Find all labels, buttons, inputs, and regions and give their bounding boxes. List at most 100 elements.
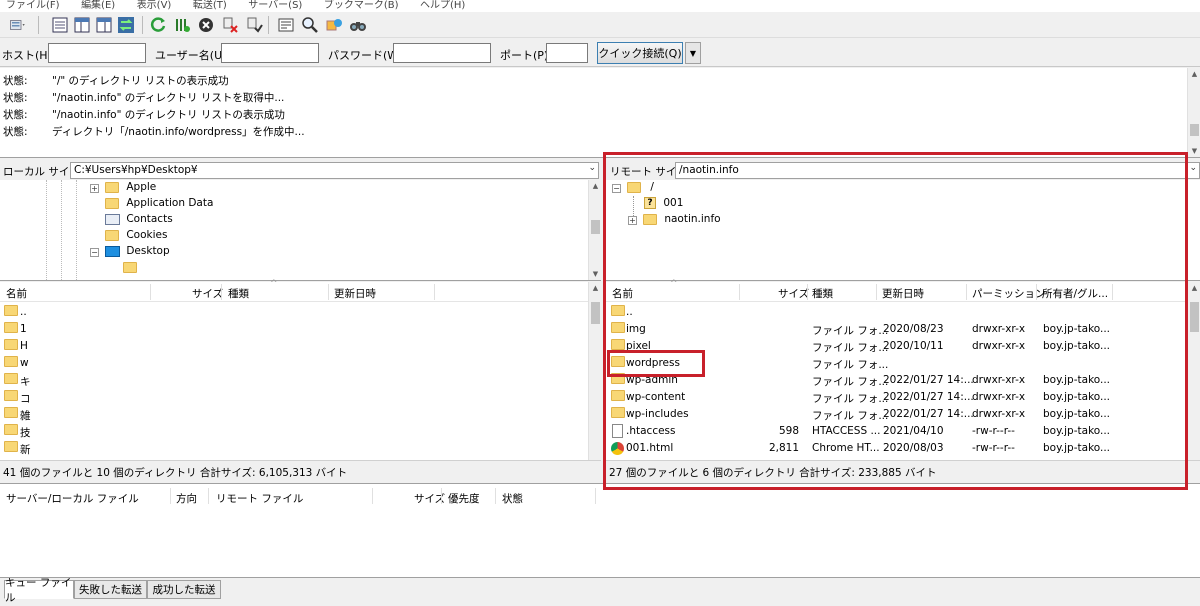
tree-item-contacts[interactable]: Contacts	[90, 213, 173, 229]
sync-icon	[326, 19, 342, 31]
list-item[interactable]: img ファイル フォ... 2020/08/23 drwxr-xr-x boy…	[606, 321, 1187, 338]
menu-file[interactable]: ファイル(F)	[6, 1, 60, 11]
toggle-queue-button[interactable]	[116, 15, 136, 35]
column-permissions[interactable]: パーミッション	[972, 286, 1046, 301]
tab-queued-files[interactable]: キュー ファイル	[4, 577, 74, 604]
port-input[interactable]	[546, 43, 588, 63]
local-tree-scrollbar[interactable]: ▲ ▼	[588, 180, 601, 280]
process-queue-button[interactable]	[172, 15, 192, 35]
column-modified[interactable]: 更新日時	[882, 286, 924, 301]
transfer-queue: サーバー/ローカル ファイル 方向 リモート ファイル サイズ 優先度 状態	[0, 483, 1200, 577]
folder-icon	[105, 181, 119, 193]
tree-item-apple[interactable]: + Apple	[90, 181, 156, 197]
local-list-scrollbar[interactable]: ▲	[588, 282, 601, 460]
toggle-local-tree-button[interactable]	[72, 15, 92, 35]
local-path-input[interactable]: C:¥Users¥hp¥Desktop¥ ⌄	[70, 162, 599, 179]
column-name[interactable]: 名前	[6, 286, 27, 301]
list-item[interactable]: .htaccess 598 HTACCESS ... 2021/04/10 -r…	[606, 423, 1187, 440]
queue-column-direction[interactable]: 方向	[176, 491, 197, 506]
scroll-up-icon[interactable]: ▲	[1188, 68, 1200, 80]
column-size[interactable]: サイズ	[192, 286, 223, 301]
folder-icon	[611, 390, 625, 401]
tree-item-desktop[interactable]: − Desktop	[90, 245, 170, 261]
password-input[interactable]	[393, 43, 491, 63]
column-name[interactable]: 名前	[612, 286, 633, 301]
remote-path-input[interactable]: /naotin.info ⌄	[675, 162, 1200, 179]
sync-browse-button[interactable]	[324, 15, 344, 35]
chevron-down-icon[interactable]: ⌄	[588, 163, 596, 173]
log-icon	[52, 17, 68, 33]
search-button[interactable]	[348, 15, 368, 35]
list-item[interactable]: 雑	[0, 406, 588, 423]
column-owner[interactable]: 所有者/グル...	[1042, 286, 1108, 301]
list-item[interactable]: wp-includes ファイル フォ... 2022/01/27 14:...…	[606, 406, 1187, 423]
tree-item-folder[interactable]	[108, 261, 141, 277]
tree-item-001[interactable]: ? 001	[644, 197, 683, 213]
menu-transfer[interactable]: 転送(T)	[193, 1, 227, 11]
list-item[interactable]: コ	[0, 389, 588, 406]
chevron-down-icon[interactable]: ⌄	[1189, 163, 1197, 173]
queue-column-priority[interactable]: 優先度	[448, 491, 480, 506]
directory-listing-filter-button[interactable]	[276, 15, 296, 35]
tab-successful-transfers[interactable]: 成功した転送	[147, 580, 221, 599]
menu-view[interactable]: 表示(V)	[137, 1, 172, 11]
cancel-icon	[199, 18, 213, 32]
folder-icon	[611, 322, 625, 333]
toggle-log-button[interactable]	[50, 15, 70, 35]
menu-bookmarks[interactable]: ブックマーク(B)	[324, 1, 399, 11]
tab-failed-transfers[interactable]: 失敗した転送	[74, 580, 147, 599]
compare-button[interactable]	[300, 15, 320, 35]
list-item[interactable]: キ	[0, 372, 588, 389]
folder-icon	[643, 213, 657, 225]
menu-edit[interactable]: 編集(E)	[81, 1, 115, 11]
list-item[interactable]: 技	[0, 423, 588, 440]
list-item[interactable]: 1	[0, 321, 588, 338]
list-item[interactable]: w	[0, 355, 588, 372]
host-input[interactable]	[48, 43, 146, 63]
column-type[interactable]: 種類	[228, 286, 249, 301]
folder-icon	[4, 424, 18, 435]
menu-help[interactable]: ヘルプ(H)	[420, 1, 465, 11]
tree-item-application-data[interactable]: Application Data	[90, 197, 213, 213]
list-item[interactable]: ..	[606, 304, 1187, 321]
tree-item-naotin-info[interactable]: + naotin.info	[628, 213, 721, 229]
remote-list-scrollbar[interactable]: ▲	[1187, 282, 1200, 460]
list-item[interactable]: pixel ファイル フォ... 2020/10/11 drwxr-xr-x b…	[606, 338, 1187, 355]
queue-column-local-file[interactable]: サーバー/ローカル ファイル	[6, 491, 139, 506]
column-size[interactable]: サイズ	[778, 286, 809, 301]
list-item[interactable]: 001.html 2,811 Chrome HT... 2020/08/03 -…	[606, 440, 1187, 457]
contacts-icon	[105, 213, 120, 225]
scroll-up-icon[interactable]: ▲	[589, 282, 602, 294]
scroll-up-icon[interactable]: ▲	[589, 180, 602, 192]
quickconnect-button[interactable]: クイック接続(Q)	[597, 42, 683, 64]
list-item[interactable]: wp-admin ファイル フォ... 2022/01/27 14:... dr…	[606, 372, 1187, 389]
cancel-operation-button[interactable]	[196, 15, 216, 35]
reconnect-button[interactable]	[244, 15, 264, 35]
list-item-wordpress[interactable]: wordpress ファイル フォ...	[606, 355, 1187, 372]
chrome-icon	[611, 442, 624, 455]
menu-server[interactable]: サーバー(S)	[248, 1, 302, 11]
quickconnect-bar: ホスト(H): ユーザー名(U): パスワード(W): ポート(P): クイック…	[0, 39, 1200, 67]
tree-item-root[interactable]: − /	[612, 181, 654, 197]
site-manager-button[interactable]	[2, 15, 34, 35]
list-item[interactable]: 新	[0, 440, 588, 457]
username-input[interactable]	[221, 43, 319, 63]
disconnect-button[interactable]	[220, 15, 240, 35]
queue-column-remote-file[interactable]: リモート ファイル	[216, 491, 303, 506]
scroll-down-icon[interactable]: ▼	[1188, 145, 1200, 157]
tree-item-cookies[interactable]: Cookies	[90, 229, 167, 245]
column-modified[interactable]: 更新日時	[334, 286, 376, 301]
quickconnect-dropdown[interactable]: ▼	[685, 42, 701, 64]
toggle-remote-tree-button[interactable]	[94, 15, 114, 35]
log-scrollbar[interactable]: ▲ ▼	[1187, 68, 1200, 157]
scroll-down-icon[interactable]: ▼	[589, 268, 602, 280]
toolbar	[0, 12, 1200, 38]
list-item[interactable]: H	[0, 338, 588, 355]
column-type[interactable]: 種類	[812, 286, 833, 301]
refresh-button[interactable]	[148, 15, 168, 35]
list-item[interactable]: wp-content ファイル フォ... 2022/01/27 14:... …	[606, 389, 1187, 406]
queue-column-status[interactable]: 状態	[502, 491, 523, 506]
list-item[interactable]: ..	[0, 304, 588, 321]
scroll-up-icon[interactable]: ▲	[1188, 282, 1200, 294]
folder-icon	[105, 229, 119, 241]
